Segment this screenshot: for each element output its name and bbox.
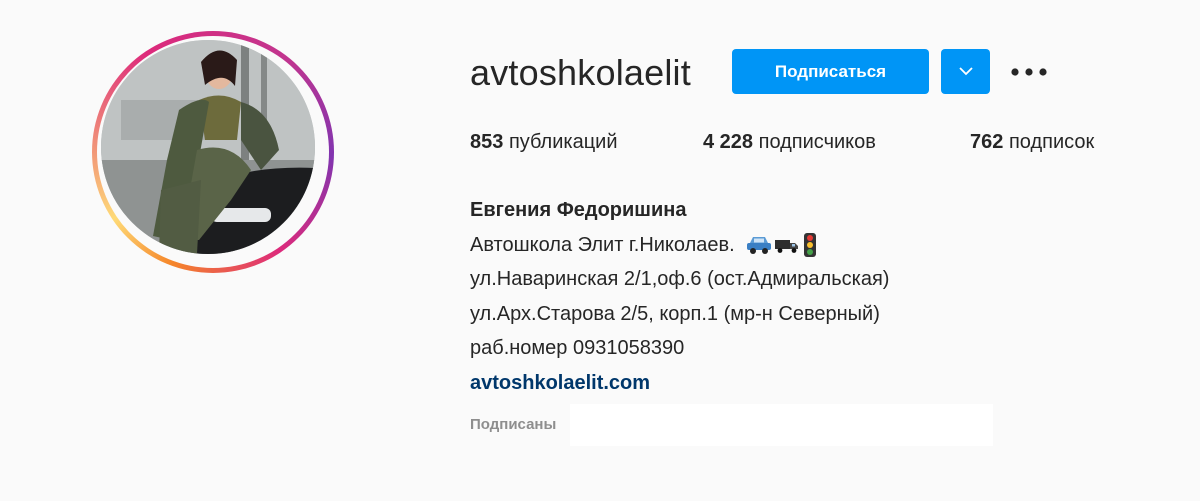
profile-username: avtoshkolaelit [470,52,691,93]
truck-icon [775,239,799,253]
followers-label: подписчиков [758,131,876,153]
traffic-light-icon [804,232,817,257]
bio-line-2: ул.Наваринская 2/1,оф.6 (ост.Адмиральска… [470,268,890,290]
following-count: 762 [970,131,1004,153]
more-horizontal-icon [1011,68,1047,76]
stat-following[interactable]: 762 подписок [970,131,1094,154]
bio-line-1-text: Автошкола Элит г.Николаев. [470,233,735,256]
followed-by-label[interactable]: Подписаны [470,416,556,433]
profile-full-name: Евгения Федоришина [470,199,687,221]
profile-avatar[interactable] [101,40,315,254]
posts-count: 853 [470,131,504,153]
following-label: подписок [1008,131,1095,153]
follow-button[interactable]: Подписаться [732,49,929,94]
stat-posts: 853 публикаций [470,131,618,154]
posts-label: публикаций [508,131,618,153]
bio-line-3: ул.Арх.Старова 2/5, корп.1 (мр-н Северны… [470,302,880,325]
bio-emojis [746,232,818,257]
bio-line-4: раб.номер 0931058390 [470,337,685,359]
profile-website-link[interactable]: avtoshkolaelit.com [470,372,650,394]
profile-avatar-ring[interactable] [92,31,334,273]
followed-by-names [570,404,993,446]
car-icon [747,236,772,254]
suggested-accounts-dropdown-button[interactable] [941,49,990,94]
profile-bio: Евгения Федоришина Автошкола Элит г.Нико… [470,193,889,400]
followers-count: 4 228 [703,131,754,153]
bio-line-1: Автошкола Элит г.Николаев. [470,228,889,263]
stat-followers[interactable]: 4 228 подписчиков [703,131,876,154]
avatar-photo-image [101,40,315,254]
more-options-button[interactable] [1008,56,1050,88]
chevron-down-icon [958,67,973,76]
